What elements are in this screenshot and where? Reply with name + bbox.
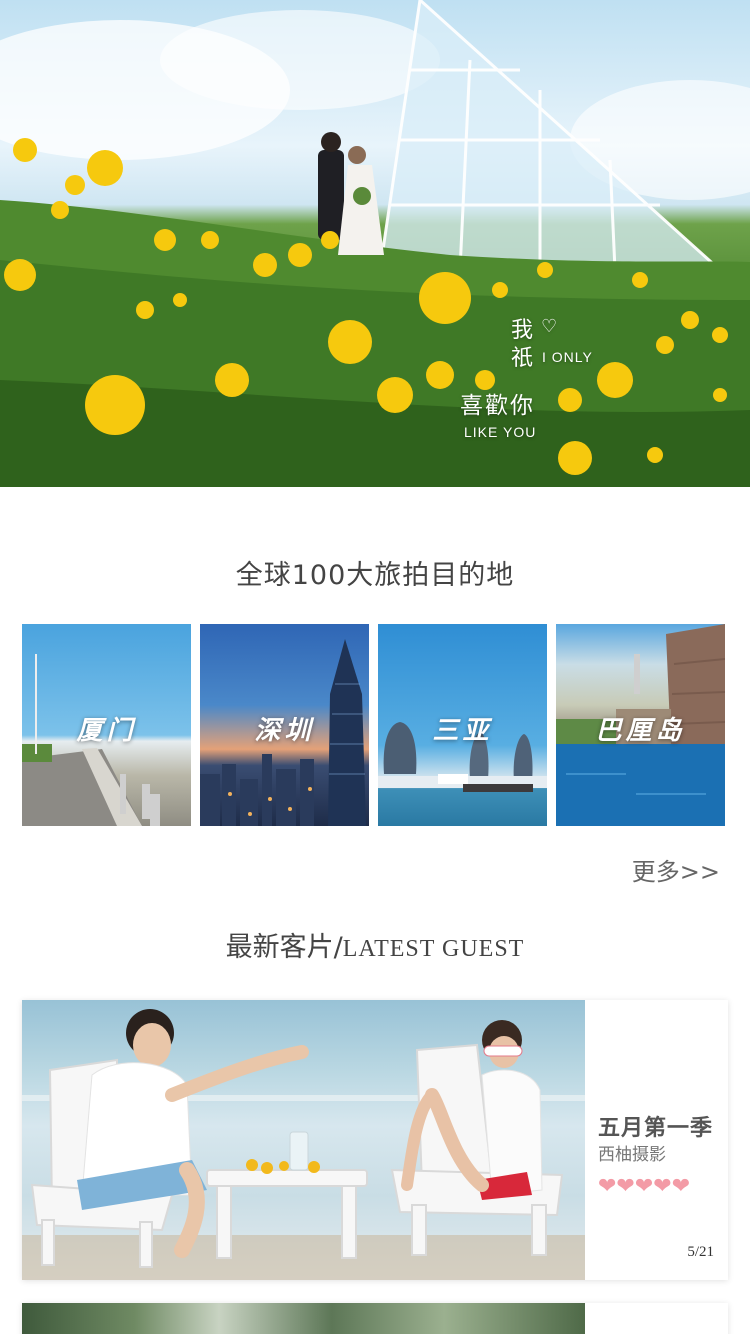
destination-label-sanya: 三亚 xyxy=(432,716,493,746)
guest-card-studio: 西柚摄影 xyxy=(598,1145,666,1165)
hero-text-only: I ONLY xyxy=(542,349,593,365)
latest-guest-title-cn: 最新客片/ xyxy=(225,932,343,963)
hero-text-like-you: LIKE YOU xyxy=(464,424,537,440)
hero-text-zhi: 祇 xyxy=(511,346,534,371)
rating-hearts-icon: ❤❤❤❤❤ xyxy=(598,1174,691,1199)
beach-couple-illustration xyxy=(22,1009,585,1280)
destination-label-xiamen: 厦门 xyxy=(76,716,137,746)
destination-label-bali: 巴厘岛 xyxy=(595,716,686,746)
destination-card-sanya[interactable]: 三亚 xyxy=(378,624,547,826)
guest-card-info: 五月第一季 西柚摄影 ❤❤❤❤❤ 5/21 xyxy=(585,1000,728,1280)
hero-illustration xyxy=(0,0,750,487)
hero-banner[interactable]: 我 ♡ 祇 I ONLY 喜歡你 LIKE YOU xyxy=(0,0,750,487)
guest-card-title: 五月第一季 xyxy=(598,1116,714,1141)
guest-photo-next xyxy=(22,1303,585,1334)
guest-card-page-indicator: 5/21 xyxy=(687,1244,714,1260)
guest-card-next[interactable] xyxy=(22,1303,728,1334)
guest-card[interactable]: 五月第一季 西柚摄影 ❤❤❤❤❤ 5/21 xyxy=(22,1000,728,1280)
heart-outline-icon: ♡ xyxy=(541,316,558,337)
destinations-title: 全球100大旅拍目的地 xyxy=(235,560,515,591)
more-destinations-link[interactable]: 更多>> xyxy=(632,852,720,887)
guest-photo xyxy=(22,1000,585,1280)
destination-card-bali[interactable]: 巴厘岛 xyxy=(556,624,725,826)
latest-guest-title: 最新客片/LATEST GUEST xyxy=(0,925,750,964)
latest-guest-title-en: LATEST GUEST xyxy=(342,936,525,962)
destination-card-xiamen[interactable]: 厦门 xyxy=(22,624,191,826)
destination-card-shenzhen[interactable]: 深圳 xyxy=(200,624,369,826)
destination-label-shenzhen: 深圳 xyxy=(254,716,315,746)
hero-text-like: 喜歡你 xyxy=(460,393,535,419)
